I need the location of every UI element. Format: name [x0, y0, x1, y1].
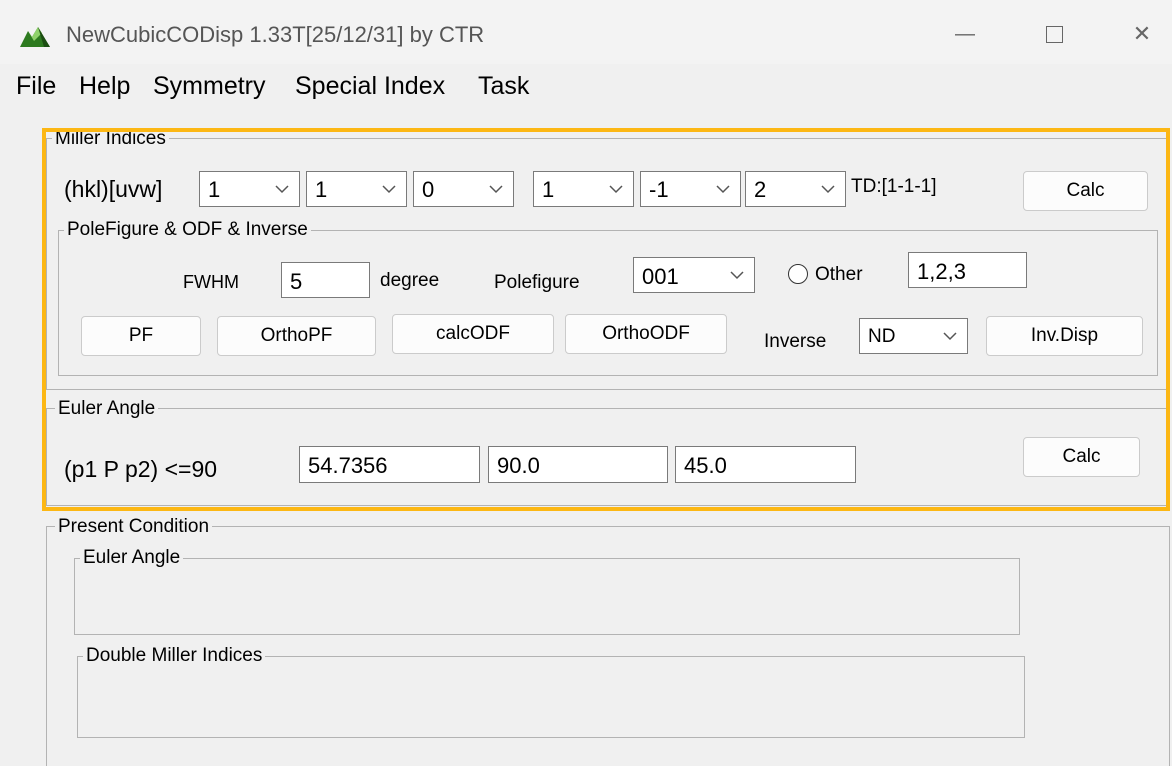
u-select[interactable]: 1 — [533, 171, 634, 207]
k-select[interactable]: 1 — [306, 171, 407, 207]
h-select[interactable]: 1 — [199, 171, 300, 207]
menu-symmetry[interactable]: Symmetry — [153, 72, 266, 101]
minimize-icon: — — [955, 22, 975, 45]
miller-indices-label: Miller Indices — [52, 128, 169, 150]
inverse-select[interactable]: ND — [859, 318, 968, 354]
menu-file[interactable]: File — [16, 72, 56, 101]
present-condition-label: Present Condition — [55, 516, 213, 538]
other-radio[interactable] — [788, 264, 808, 284]
chevron-down-icon — [382, 185, 396, 194]
orthoodf-button[interactable]: OrthoODF — [565, 314, 727, 354]
present-euler-label: Euler Angle — [80, 547, 184, 569]
phi2-input[interactable]: 45.0 — [675, 446, 856, 483]
td-label: TD:[1-1-1] — [851, 176, 937, 197]
double-miller-group — [77, 656, 1025, 738]
chevron-down-icon — [489, 185, 503, 194]
double-miller-label: Double Miller Indices — [83, 645, 266, 667]
l-select[interactable]: 0 — [413, 171, 514, 207]
phi1-input[interactable]: 54.7356 — [299, 446, 480, 483]
miller-calc-button[interactable]: Calc — [1023, 171, 1148, 211]
hkl-uvw-label: (hkl)[uvw] — [64, 176, 163, 202]
euler-angle-label: Euler Angle — [55, 398, 159, 420]
polefigure-group-label: PoleFigure & ODF & Inverse — [64, 219, 311, 241]
maximize-button[interactable] — [1024, 14, 1084, 54]
chevron-down-icon — [609, 185, 623, 194]
v-select[interactable]: -1 — [640, 171, 741, 207]
chevron-down-icon — [730, 271, 744, 280]
calcodf-button[interactable]: calcODF — [392, 314, 554, 354]
Phi-input[interactable]: 90.0 — [488, 446, 668, 483]
other-label: Other — [815, 264, 863, 285]
inverse-label: Inverse — [764, 331, 827, 352]
euler-calc-button[interactable]: Calc — [1023, 437, 1140, 477]
orthopf-button[interactable]: OrthoPF — [217, 316, 376, 356]
menu-bar: File Help Symmetry Special Index Task — [0, 66, 1172, 106]
title-bar: NewCubicCODisp 1.33T[25/12/31] by CTR — … — [0, 0, 1172, 64]
chevron-down-icon — [716, 185, 730, 194]
close-icon: ✕ — [1132, 21, 1152, 46]
chevron-down-icon — [943, 332, 957, 341]
menu-special-index[interactable]: Special Index — [295, 72, 445, 101]
other-input[interactable]: 1,2,3 — [908, 252, 1027, 288]
fwhm-label: FWHM — [183, 272, 239, 292]
polefigure-label: Polefigure — [494, 272, 580, 293]
maximize-icon — [1045, 25, 1063, 43]
chevron-down-icon — [821, 185, 835, 194]
window-title: NewCubicCODisp 1.33T[25/12/31] by CTR — [66, 22, 485, 47]
close-button[interactable]: ✕ — [1112, 14, 1172, 54]
w-select[interactable]: 2 — [745, 171, 846, 207]
present-euler-group — [74, 558, 1020, 635]
menu-help[interactable]: Help — [79, 72, 130, 101]
polefigure-select[interactable]: 001 — [633, 257, 755, 293]
pf-button[interactable]: PF — [81, 316, 201, 356]
degree-label: degree — [380, 270, 440, 291]
fwhm-input[interactable]: 5 — [281, 262, 370, 298]
minimize-button[interactable]: — — [935, 14, 995, 54]
chevron-down-icon — [275, 185, 289, 194]
invdisp-button[interactable]: Inv.Disp — [986, 316, 1143, 356]
app-icon — [20, 27, 50, 47]
euler-row-label: (p1 P p2) <=90 — [64, 456, 218, 482]
menu-task[interactable]: Task — [478, 72, 529, 101]
